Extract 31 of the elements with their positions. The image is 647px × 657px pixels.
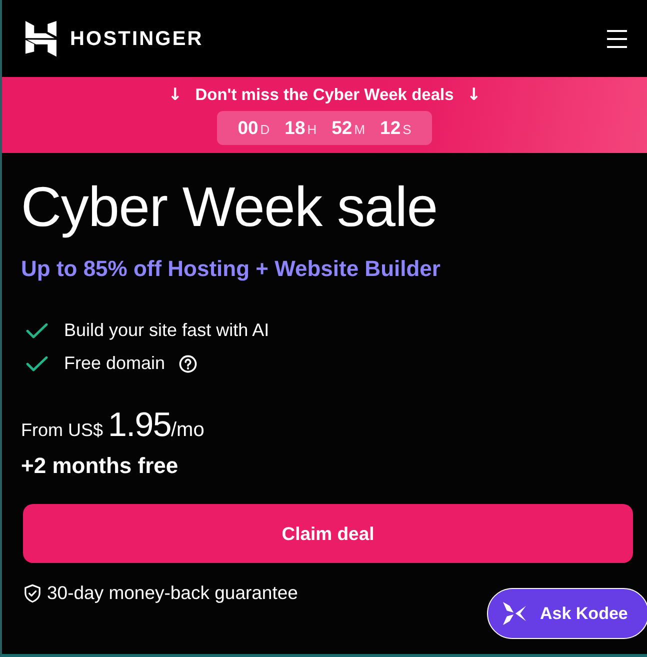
countdown-value: 00 xyxy=(238,117,258,139)
price-amount: 1.95 xyxy=(108,406,171,445)
guarantee-text: 30-day money-back guarantee xyxy=(47,582,298,604)
feature-text: Build your site fast with AI xyxy=(64,320,270,341)
hero-subtitle: Up to 85% off Hosting + Website Builder xyxy=(21,255,442,283)
countdown-value: 18 xyxy=(284,117,306,139)
claim-deal-button[interactable]: Claim deal xyxy=(23,504,633,563)
countdown-unit: D xyxy=(260,122,270,137)
banner-text: Don't miss the Cyber Week deals xyxy=(195,85,454,105)
down-arrow: ↓ xyxy=(168,85,182,105)
bonus-text: +2 months free xyxy=(21,452,180,480)
countdown-unit: M xyxy=(354,122,366,137)
price-prefix: From US$ xyxy=(21,420,104,441)
check-icon xyxy=(26,356,48,372)
countdown-value: 52 xyxy=(332,117,352,139)
check-icon xyxy=(26,322,48,338)
logo-icon[interactable] xyxy=(25,20,57,56)
hero-title: Cyber Week sale xyxy=(21,176,438,238)
brand-name: HOSTINGER xyxy=(70,28,204,51)
menu-button[interactable] xyxy=(606,28,628,48)
down-arrow: ↓ xyxy=(466,85,482,105)
feature-text: Free domain xyxy=(64,353,166,374)
chevrons-icon xyxy=(502,602,527,625)
shield-check-icon xyxy=(24,584,41,602)
price-period: /mo xyxy=(171,419,204,442)
countdown-value: 12 xyxy=(380,117,401,139)
countdown-unit: H xyxy=(307,122,317,137)
help-icon[interactable] xyxy=(179,354,198,372)
countdown-unit: S xyxy=(402,122,412,137)
menu-icon xyxy=(607,30,627,48)
ask-kodee-button[interactable]: Ask Kodee xyxy=(487,588,647,639)
